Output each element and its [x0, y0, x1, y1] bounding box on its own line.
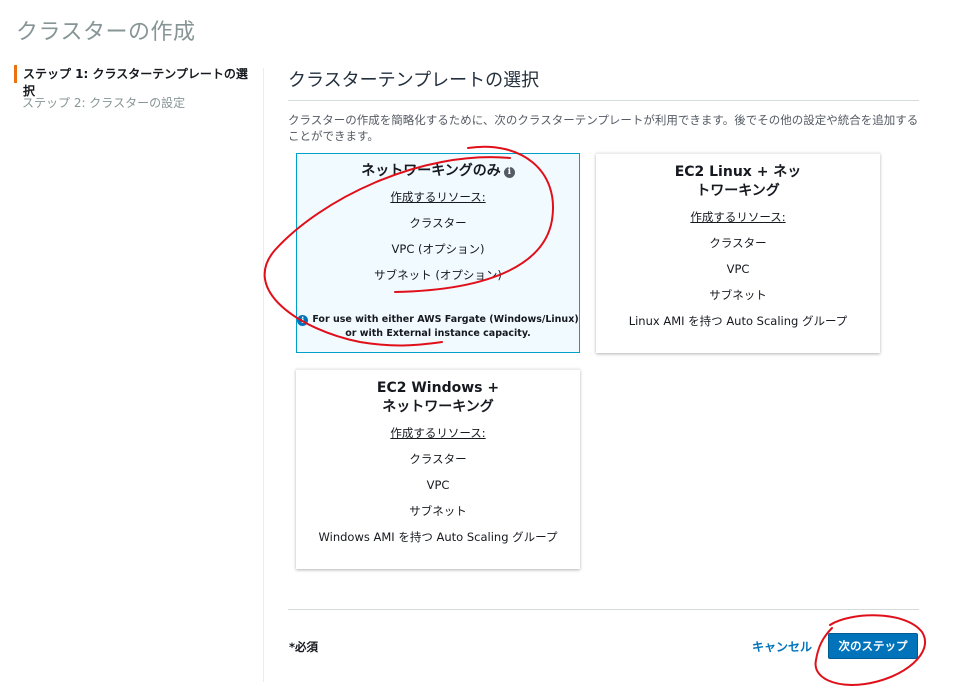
- section-title: クラスターテンプレートの選択: [288, 66, 919, 101]
- resource-item: VPC (オプション): [391, 242, 485, 256]
- template-card-ec2-windows[interactable]: EC2 Windows + ネットワーキング 作成するリソース: クラスター VP…: [296, 369, 580, 569]
- template-card-ec2-linux[interactable]: EC2 Linux + ネッ トワーキング 作成するリソース: クラスター VPC…: [596, 153, 880, 353]
- card-title: EC2 Linux + ネッ トワーキング: [674, 164, 802, 199]
- wizard-steps: ステップ 1: クラスターテンプレートの選択 ステップ 2: クラスターの設定: [14, 65, 254, 122]
- card-title: ネットワーキングのみ i: [297, 162, 579, 181]
- info-circle-icon: i: [297, 315, 309, 326]
- info-icon[interactable]: i: [503, 167, 515, 178]
- resource-item: クラスター: [709, 236, 767, 250]
- page-title: クラスターの作成: [16, 20, 196, 45]
- required-label: *必須: [289, 640, 319, 654]
- section-description: クラスターの作成を簡略化するために、次のクラスターテンプレートが利用できます。後…: [288, 113, 919, 143]
- step-1-link[interactable]: ステップ 1: クラスターテンプレートの選択: [14, 65, 254, 98]
- resource-item: サブネット (オプション): [374, 268, 502, 282]
- resource-item: Windows AMI を持つ Auto Scaling グループ: [318, 530, 558, 544]
- resource-item: サブネット: [409, 504, 467, 518]
- resource-item: クラスター: [409, 216, 467, 230]
- card-title: EC2 Windows + ネットワーキング: [376, 380, 500, 415]
- next-step-button[interactable]: 次のステップ: [828, 633, 918, 659]
- resources-label: 作成するリソース:: [390, 426, 486, 440]
- resource-item: Linux AMI を持つ Auto Scaling グループ: [628, 314, 848, 328]
- resources-label: 作成するリソース:: [690, 210, 786, 224]
- resource-item: クラスター: [409, 452, 467, 466]
- main-content: クラスターテンプレートの選択 クラスターの作成を簡略化するために、次のクラスター…: [288, 66, 919, 144]
- cancel-link[interactable]: キャンセル: [752, 638, 812, 655]
- template-card-networking-only[interactable]: ネットワーキングのみ i 作成するリソース: クラスター VPC (オプション) …: [296, 153, 580, 353]
- resource-item: VPC: [426, 478, 450, 492]
- footer-divider: [288, 609, 919, 610]
- fargate-note: i For use with either AWS Fargate (Window…: [297, 313, 579, 341]
- sidebar-divider: [263, 68, 264, 682]
- resource-item: サブネット: [709, 288, 767, 302]
- resource-item: VPC: [726, 262, 750, 276]
- step-2-link: ステップ 2: クラスターの設定: [22, 96, 186, 110]
- resources-label: 作成するリソース:: [390, 190, 486, 204]
